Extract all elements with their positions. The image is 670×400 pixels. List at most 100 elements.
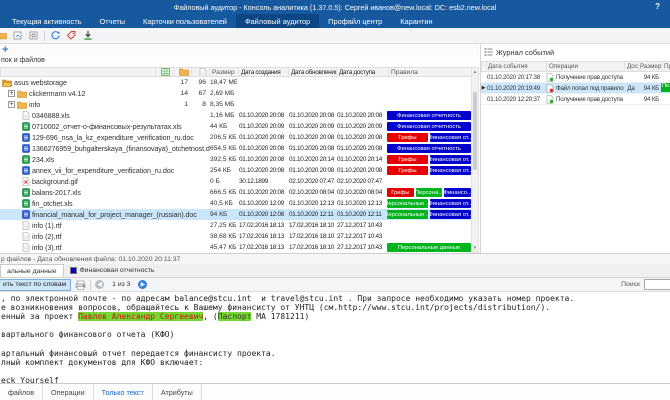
app-tab[interactable]: Отчеты xyxy=(90,14,134,28)
file-row[interactable]: asus webstorage179618,47 МБ xyxy=(0,77,471,88)
date-created: 17.02.2016 18:13 xyxy=(237,244,287,251)
file-row[interactable]: 0346888.xls1,16 МБ01.10.2020 20:0801.10.… xyxy=(0,110,471,121)
add-row: + xyxy=(0,44,479,57)
preview-toolbar: ить текст по словам ◀ 1 из 3 ▶ Поиск xyxy=(0,278,670,292)
file-row[interactable]: +info188,35 МБ xyxy=(0,99,471,110)
spreadsheet-file-icon xyxy=(22,122,30,131)
window-title: Файловый аудитор - Консоль аналитика (1.… xyxy=(174,3,497,12)
event-row[interactable]: ▶01.10.2020 20:19:49Файл попал под прави… xyxy=(481,83,670,94)
app-tab[interactable]: Файловый аудитор xyxy=(236,14,319,28)
folder-icon xyxy=(17,90,27,98)
refresh-icon[interactable] xyxy=(50,30,61,41)
column-rules[interactable]: Правила xyxy=(388,68,471,76)
file-row[interactable]: 234.xls392,5 КБ01.10.2020 20:0801.10.202… xyxy=(0,154,471,165)
print-icon[interactable] xyxy=(75,279,86,290)
folders-count-column-icon[interactable] xyxy=(173,68,191,76)
expand-icon[interactable]: + xyxy=(8,90,15,97)
app-tab[interactable]: Текущая активность xyxy=(3,14,90,28)
broken-file-icon xyxy=(22,177,30,186)
column-created[interactable]: Дата создания xyxy=(238,68,288,76)
date-accessed: 01.10.2020 20:08 xyxy=(335,112,387,119)
preview-text-line: лный комплект документов для КФО включае… xyxy=(1,358,670,367)
report-icon[interactable] xyxy=(12,30,23,41)
rule-badge: Финансо... xyxy=(444,188,471,197)
previous-match-icon[interactable]: ◀ xyxy=(95,280,104,289)
generic-file-icon xyxy=(22,221,30,230)
column-accessed[interactable]: Дата доступа xyxy=(336,68,388,76)
column-access[interactable]: Дост xyxy=(624,62,638,71)
status-bar: р файлов - Дата обновления файла: 01.10.… xyxy=(0,253,670,264)
expand-icon[interactable]: + xyxy=(8,101,15,108)
file-row[interactable]: info (2).rtf38,68 КБ17.02.2016 18:1317.0… xyxy=(0,231,471,242)
column-operation[interactable]: Операции xyxy=(546,62,624,71)
scroll-up-icon[interactable]: ▲ xyxy=(472,68,478,76)
dictionary-tab[interactable]: альные данные xyxy=(0,264,64,277)
date-accessed: 01.10.2020 20:08 xyxy=(335,145,387,152)
rule-badge: Грифы xyxy=(387,188,414,197)
event-date: 01.10.2020 20:19:49 xyxy=(486,85,546,92)
date-accessed: 02.10.2020 08:04 xyxy=(335,189,387,196)
file-row[interactable]: 1366276959_buhgalterskaya_(finansovaya)_… xyxy=(0,143,471,154)
file-row[interactable]: info (1).rtf27,25 КБ17.02.2016 18:1317.0… xyxy=(0,220,471,231)
highlight-words-button[interactable]: ить текст по словам xyxy=(0,279,71,291)
dictionary-tab[interactable]: Финансовая отчетность xyxy=(64,264,161,277)
file-row[interactable]: info (3).rtf45,47 КБ17.02.2016 18:1317.0… xyxy=(0,242,471,253)
folder-icon[interactable] xyxy=(0,30,7,41)
next-match-icon[interactable]: ▶ xyxy=(138,280,147,289)
event-row[interactable]: 01.10.2020 20:17:38Получение прав доступ… xyxy=(481,72,670,83)
file-row[interactable]: fin_otchet.xls40,5 КБ01.10.2020 12:0901.… xyxy=(0,198,471,209)
file-table-scrollbar[interactable]: ▲ ▼ xyxy=(471,67,479,253)
files-count-column-icon[interactable] xyxy=(191,68,209,76)
app-tab[interactable]: Карантин xyxy=(391,14,441,28)
scroll-down-icon[interactable]: ▼ xyxy=(472,244,478,252)
file-row[interactable]: balans-2017.xls666,5 КБ01.10.2020 20:080… xyxy=(0,187,471,198)
column-name[interactable] xyxy=(1,68,155,76)
access-granted-icon xyxy=(546,95,554,104)
file-row[interactable]: 129-696_nsa_la_kz_expenditure_verificati… xyxy=(0,132,471,143)
preview-mode-tab[interactable]: файлов xyxy=(0,384,43,400)
column-size[interactable]: Размер xyxy=(638,62,661,71)
file-size: 44 КБ xyxy=(208,123,237,130)
files-count: 67 xyxy=(190,90,208,97)
document-file-icon xyxy=(22,166,30,175)
column-rules[interactable]: Пр... xyxy=(661,62,670,71)
file-row[interactable]: background.gif0 Б30.12.189902.10.2020 07… xyxy=(0,176,471,187)
file-name: 129-696_nsa_la_kz_expenditure_verificati… xyxy=(32,133,194,142)
dictionary-color-swatch xyxy=(70,267,77,274)
file-name: 0346888.xls xyxy=(32,111,70,120)
app-tab[interactable]: Профайл центр xyxy=(319,14,391,28)
settings-icon[interactable] xyxy=(28,30,39,41)
grid-column-icon[interactable] xyxy=(155,68,173,76)
preview-mode-tab[interactable]: Атрибуты xyxy=(153,384,202,400)
files-count: 96 xyxy=(190,79,208,86)
event-row[interactable]: 01.10.2020 12:20:37Получение прав доступ… xyxy=(481,94,670,105)
file-name: background.gif xyxy=(32,177,78,186)
file-row[interactable]: financial_manual_for_project_manager_(ru… xyxy=(0,209,471,220)
file-size: 654,5 КБ xyxy=(208,145,237,152)
access-granted-icon xyxy=(546,73,554,82)
column-event-date[interactable]: Дата события xyxy=(486,62,546,71)
app-tab[interactable]: Карточки пользователей xyxy=(134,14,236,28)
search-input[interactable] xyxy=(644,279,670,290)
column-size[interactable]: Размер xyxy=(209,68,238,76)
date-updated: 01.10.2020 20:09 xyxy=(287,123,335,130)
file-size: 8,35 МБ xyxy=(208,101,237,108)
file-name: annex_vii_for_expenditure_verification_r… xyxy=(32,166,174,175)
match-counter: 1 из 3 xyxy=(108,281,134,288)
tag-icon[interactable] xyxy=(66,30,77,41)
help-icon[interactable]: ? xyxy=(655,2,660,11)
download-icon[interactable] xyxy=(82,30,93,41)
file-row[interactable]: 0710002_отчет-о-финансовых-результатах.x… xyxy=(0,121,471,132)
column-updated[interactable]: Дата обновления xyxy=(288,68,336,76)
file-row[interactable]: +clickermann v4.1214672,69 МБ xyxy=(0,88,471,99)
date-accessed: 01.10.2020 20:08 xyxy=(335,167,387,174)
file-name: asus webstorage xyxy=(14,78,67,87)
scrollbar-thumb[interactable] xyxy=(473,92,477,170)
file-row[interactable]: annex_vii_for_expenditure_verification_r… xyxy=(0,165,471,176)
preview-mode-tab[interactable]: Операции xyxy=(43,384,94,400)
event-operation: Получение прав доступа xyxy=(556,74,623,81)
add-folder-button[interactable]: + xyxy=(0,44,8,56)
file-name: info xyxy=(29,100,40,109)
preview-mode-tab[interactable]: Только текст xyxy=(94,384,153,400)
date-updated: 17.02.2016 18:10 xyxy=(287,233,335,240)
